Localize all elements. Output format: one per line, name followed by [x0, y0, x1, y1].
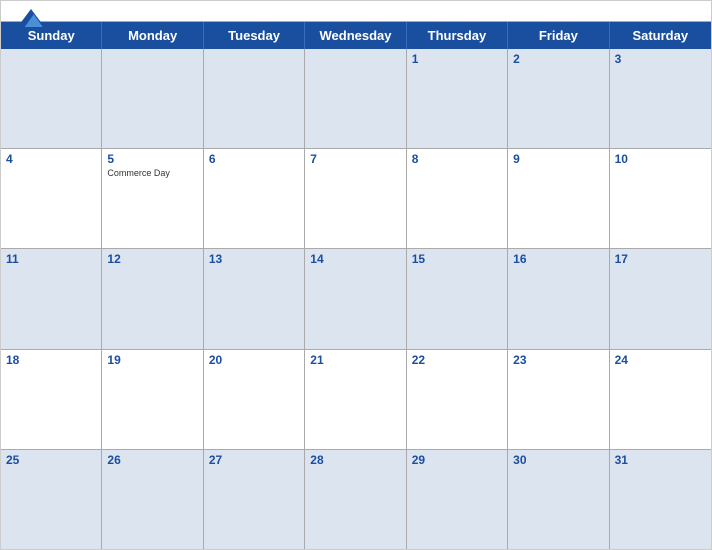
day-number: 15 — [412, 252, 502, 266]
day-number: 3 — [615, 52, 706, 66]
day-cell — [305, 49, 406, 148]
day-cell: 14 — [305, 249, 406, 348]
day-number: 25 — [6, 453, 96, 467]
day-cell: 23 — [508, 350, 609, 449]
day-number: 27 — [209, 453, 299, 467]
weeks-container: 12345Commerce Day67891011121314151617181… — [1, 49, 711, 549]
day-cell: 2 — [508, 49, 609, 148]
day-cell: 13 — [204, 249, 305, 348]
calendar-container: SundayMondayTuesdayWednesdayThursdayFrid… — [0, 0, 712, 550]
week-row-3: 11 12 13 14 15 16 17 — [1, 248, 711, 348]
day-number: 9 — [513, 152, 603, 166]
day-number: 21 — [310, 353, 400, 367]
day-number: 19 — [107, 353, 197, 367]
day-cell: 8 — [407, 149, 508, 248]
day-cell: 6 — [204, 149, 305, 248]
day-number: 22 — [412, 353, 502, 367]
day-header-thursday: Thursday — [407, 22, 508, 49]
day-number: 28 — [310, 453, 400, 467]
day-number: 6 — [209, 152, 299, 166]
day-cell: 21 — [305, 350, 406, 449]
day-headers-row: SundayMondayTuesdayWednesdayThursdayFrid… — [1, 22, 711, 49]
day-cell: 17 — [610, 249, 711, 348]
day-number: 16 — [513, 252, 603, 266]
day-cell: 15 — [407, 249, 508, 348]
day-cell: 11 — [1, 249, 102, 348]
logo-icon — [17, 9, 45, 27]
day-cell: 28 — [305, 450, 406, 549]
day-number: 18 — [6, 353, 96, 367]
day-cell: 27 — [204, 450, 305, 549]
day-header-saturday: Saturday — [610, 22, 711, 49]
day-cell: 25 — [1, 450, 102, 549]
week-row-5: 25 26 27 28 29 30 31 — [1, 449, 711, 549]
day-cell: 20 — [204, 350, 305, 449]
day-cell: 12 — [102, 249, 203, 348]
calendar-grid: SundayMondayTuesdayWednesdayThursdayFrid… — [1, 21, 711, 549]
day-number: 7 — [310, 152, 400, 166]
day-number: 12 — [107, 252, 197, 266]
day-cell: 26 — [102, 450, 203, 549]
logo — [17, 9, 47, 27]
day-cell — [1, 49, 102, 148]
day-number: 2 — [513, 52, 603, 66]
day-number: 4 — [6, 152, 96, 166]
day-header-wednesday: Wednesday — [305, 22, 406, 49]
day-cell: 10 — [610, 149, 711, 248]
day-number: 20 — [209, 353, 299, 367]
day-cell: 29 — [407, 450, 508, 549]
day-number: 14 — [310, 252, 400, 266]
day-number: 13 — [209, 252, 299, 266]
week-row-1: 123 — [1, 49, 711, 148]
day-header-monday: Monday — [102, 22, 203, 49]
day-number: 1 — [412, 52, 502, 66]
day-header-tuesday: Tuesday — [204, 22, 305, 49]
day-number: 5 — [107, 152, 197, 166]
day-number: 29 — [412, 453, 502, 467]
day-cell — [204, 49, 305, 148]
day-number: 31 — [615, 453, 706, 467]
day-cell — [102, 49, 203, 148]
calendar-header — [1, 1, 711, 21]
day-cell: 1 — [407, 49, 508, 148]
day-cell: 22 — [407, 350, 508, 449]
day-number: 24 — [615, 353, 706, 367]
day-cell: 19 — [102, 350, 203, 449]
day-cell: 18 — [1, 350, 102, 449]
day-cell: 31 — [610, 450, 711, 549]
day-cell: 9 — [508, 149, 609, 248]
day-cell: 16 — [508, 249, 609, 348]
day-number: 10 — [615, 152, 706, 166]
day-number: 30 — [513, 453, 603, 467]
day-number: 17 — [615, 252, 706, 266]
day-number: 23 — [513, 353, 603, 367]
day-number: 8 — [412, 152, 502, 166]
day-cell: 7 — [305, 149, 406, 248]
week-row-4: 18 19 20 21 22 23 24 — [1, 349, 711, 449]
day-header-friday: Friday — [508, 22, 609, 49]
day-cell: 30 — [508, 450, 609, 549]
day-cell: 4 — [1, 149, 102, 248]
day-number: 26 — [107, 453, 197, 467]
event-label: Commerce Day — [107, 168, 197, 178]
day-cell: 3 — [610, 49, 711, 148]
day-number: 11 — [6, 252, 96, 266]
week-row-2: 45 Commerce Day 6789 10 — [1, 148, 711, 248]
day-cell: 24 — [610, 350, 711, 449]
day-cell: 5 Commerce Day — [102, 149, 203, 248]
